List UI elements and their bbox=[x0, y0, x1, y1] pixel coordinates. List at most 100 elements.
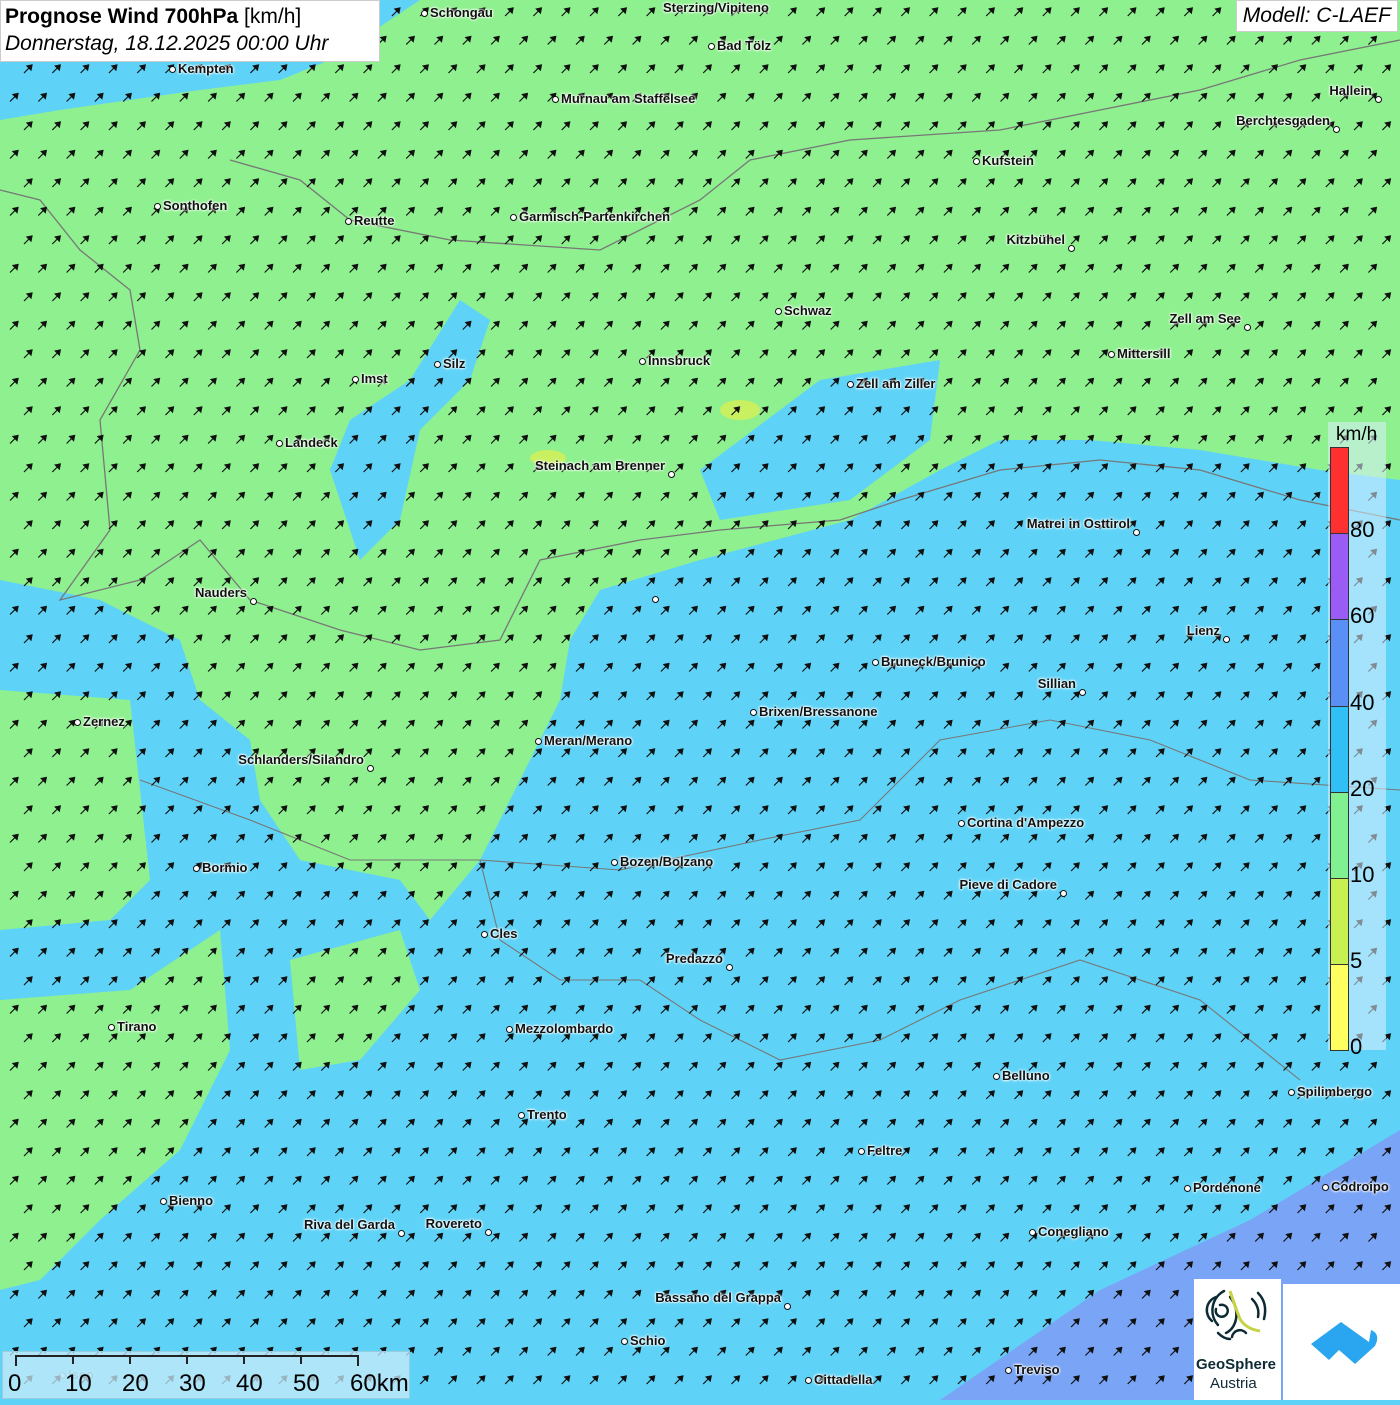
legend-unit: km/h bbox=[1336, 424, 1378, 445]
city-label: Cles bbox=[490, 926, 518, 941]
city-label: Bassano del Grappa bbox=[655, 1290, 781, 1305]
title-box: Prognose Wind 700hPa [km/h] Donnerstag, … bbox=[0, 0, 380, 62]
legend-label: 80 bbox=[1350, 517, 1375, 543]
city-marker bbox=[159, 1197, 167, 1205]
city-marker bbox=[783, 1302, 791, 1310]
city-label: Bad Tölz bbox=[717, 38, 772, 53]
title-unit: [km/h] bbox=[244, 5, 302, 28]
city-marker bbox=[249, 597, 257, 605]
city-label: Brixen/Bressanone bbox=[759, 704, 878, 719]
scale-bar-ticks bbox=[15, 1355, 359, 1366]
city-marker bbox=[1059, 889, 1067, 897]
city-marker bbox=[1028, 1228, 1036, 1236]
geosphere-logo[interactable]: GeoSphere Austria bbox=[1194, 1279, 1281, 1400]
city-label: Steinach am Brenner bbox=[534, 458, 665, 473]
city-label: Spilimbergo bbox=[1297, 1084, 1373, 1099]
city-label: Bienno bbox=[169, 1193, 214, 1208]
city-label: Trento bbox=[527, 1107, 567, 1122]
scale-label: 10 bbox=[65, 1370, 92, 1397]
city-label: Pieve di Cadore bbox=[959, 877, 1057, 892]
city-label: Cittadella bbox=[814, 1372, 873, 1387]
legend-label: 10 bbox=[1350, 862, 1375, 887]
city-label: Pordenone bbox=[1193, 1180, 1261, 1195]
city-label: Treviso bbox=[1014, 1362, 1060, 1377]
city-label: Murnau am Staffelsee bbox=[561, 91, 696, 106]
city-marker bbox=[505, 1025, 513, 1033]
legend-swatch bbox=[1330, 447, 1349, 535]
city-label: Schongau bbox=[430, 5, 493, 20]
scale-label: 0 bbox=[8, 1370, 22, 1397]
city-label: Sillian bbox=[1037, 676, 1076, 691]
city-marker bbox=[73, 718, 81, 726]
city-label: Sterzing/Vipiteno bbox=[663, 0, 769, 15]
legend-swatch bbox=[1330, 964, 1349, 1052]
city-marker bbox=[275, 439, 283, 447]
city-label: Codroipo bbox=[1331, 1179, 1389, 1194]
city-marker bbox=[857, 1147, 865, 1155]
city-marker bbox=[667, 470, 675, 478]
city-marker bbox=[1132, 528, 1140, 536]
scale-label: 50 bbox=[293, 1370, 320, 1397]
mountain-cloud-icon bbox=[1311, 1322, 1378, 1364]
city-label: Nauders bbox=[194, 585, 247, 600]
city-label: Innsbruck bbox=[648, 353, 711, 368]
legend-swatch bbox=[1330, 705, 1349, 793]
model-label: Modell: C-LAEF bbox=[1235, 0, 1398, 32]
legend-swatch bbox=[1330, 878, 1349, 966]
city-marker bbox=[1374, 95, 1382, 103]
city-label: Silz bbox=[443, 356, 466, 371]
city-label: Rovereto bbox=[425, 1216, 482, 1231]
city-marker bbox=[1004, 1366, 1012, 1374]
city-label: Bormio bbox=[202, 860, 248, 875]
geosphere-country: Austria bbox=[1210, 1375, 1257, 1392]
city-marker bbox=[1222, 635, 1230, 643]
city-label: Mezzolombardo bbox=[515, 1021, 614, 1036]
city-marker bbox=[610, 858, 618, 866]
map-title: Prognose Wind 700hPa [km/h] bbox=[5, 4, 375, 30]
color-legend: km/h 80 60 40 20 10 5 0 bbox=[1328, 422, 1386, 1059]
legend-swatch bbox=[1330, 533, 1349, 621]
city-marker bbox=[366, 764, 374, 772]
city-marker bbox=[1067, 244, 1075, 252]
city-label: Kitzbühel bbox=[1006, 232, 1066, 247]
city-marker bbox=[351, 375, 359, 383]
city-marker bbox=[480, 930, 488, 938]
weather-app-logo[interactable] bbox=[1283, 1284, 1400, 1400]
city-marker bbox=[620, 1337, 628, 1345]
city-marker bbox=[1287, 1088, 1295, 1096]
city-label: Garmisch-Partenkirchen bbox=[519, 209, 671, 224]
legend-label: 40 bbox=[1350, 689, 1375, 715]
city-marker bbox=[774, 307, 782, 315]
city-label: Zell am Ziller bbox=[856, 376, 936, 391]
city-label: Schwaz bbox=[784, 303, 832, 318]
yellowgreen-patch bbox=[720, 400, 760, 420]
city-label: Riva del Garda bbox=[303, 1217, 395, 1232]
title-text: Prognose Wind 700hPa bbox=[5, 5, 239, 28]
legend-label: 60 bbox=[1350, 603, 1375, 629]
city-label: Matrei in Osttirol bbox=[1026, 516, 1130, 531]
city-marker bbox=[433, 360, 441, 368]
city-marker bbox=[168, 65, 176, 73]
city-marker bbox=[638, 357, 646, 365]
scale-label: 40 bbox=[236, 1370, 263, 1397]
legend-label: 0 bbox=[1350, 1034, 1363, 1060]
geosphere-emblem-icon bbox=[1205, 1289, 1267, 1341]
city-label: Bozen/Bolzano bbox=[620, 854, 714, 869]
city-label: Imst bbox=[361, 371, 388, 386]
city-label: Mittersill bbox=[1117, 346, 1171, 361]
city-label: Tirano bbox=[117, 1019, 157, 1034]
city-marker bbox=[707, 42, 715, 50]
city-label: Sonthofen bbox=[163, 198, 228, 213]
city-label: Cortina d'Ampezzo bbox=[967, 815, 1085, 830]
city-marker bbox=[804, 1376, 812, 1384]
city-marker bbox=[1321, 1183, 1329, 1191]
city-label: Berchtesgaden bbox=[1236, 113, 1330, 128]
city-label: Reutte bbox=[354, 213, 395, 228]
scale-bar: 0 10 20 30 40 50 60km bbox=[2, 1351, 410, 1399]
city-label: Conegliano bbox=[1038, 1224, 1109, 1239]
legend-label: 5 bbox=[1350, 948, 1363, 974]
city-label: Belluno bbox=[1002, 1068, 1050, 1083]
city-marker bbox=[749, 708, 757, 716]
city-marker bbox=[1078, 688, 1086, 696]
city-marker bbox=[725, 963, 733, 971]
